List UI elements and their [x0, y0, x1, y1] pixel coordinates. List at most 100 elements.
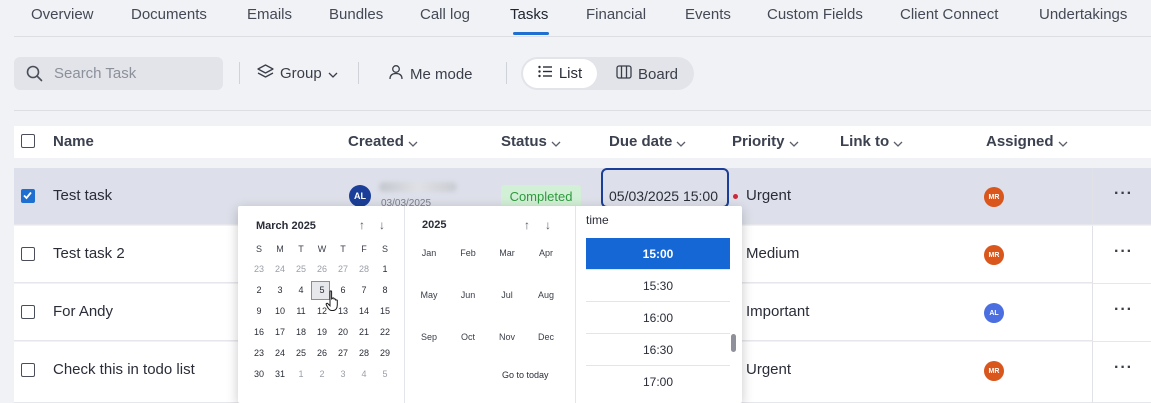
calendar-day[interactable]: 1 [377, 264, 393, 274]
column-header-assigned[interactable]: Assigned [986, 133, 1068, 151]
calendar-day[interactable]: 4 [356, 369, 372, 379]
calendar-day[interactable]: 3 [272, 285, 288, 295]
column-header-link-to[interactable]: Link to [840, 133, 903, 151]
month-option[interactable]: Jan [415, 248, 443, 258]
avatar[interactable]: MR [984, 245, 1004, 265]
calendar-day[interactable]: 11 [293, 306, 309, 316]
select-all-checkbox[interactable] [21, 134, 35, 148]
task-name[interactable]: Test task [53, 187, 112, 204]
more-actions-icon[interactable]: ··· [1114, 243, 1133, 261]
calendar-day[interactable]: 21 [356, 327, 372, 337]
column-header-name[interactable]: Name [53, 133, 94, 150]
calendar-day[interactable]: 30 [251, 369, 267, 379]
calendar-day[interactable]: 15 [377, 306, 393, 316]
status-badge[interactable]: Completed [501, 185, 581, 207]
month-option[interactable]: Oct [454, 332, 482, 342]
calendar-day[interactable]: 16 [251, 327, 267, 337]
task-name[interactable]: Test task 2 [53, 245, 125, 262]
calendar-day[interactable]: 28 [356, 348, 372, 358]
more-actions-icon[interactable]: ··· [1114, 359, 1133, 377]
calendar-day[interactable]: 26 [314, 264, 330, 274]
avatar[interactable]: AL [984, 303, 1004, 323]
calendar-day[interactable]: 28 [356, 264, 372, 274]
time-option[interactable]: 16:00 [586, 302, 730, 334]
arrow-up-icon[interactable]: ↑ [524, 218, 530, 232]
calendar-day[interactable]: 27 [335, 264, 351, 274]
calendar-day[interactable]: 2 [314, 369, 330, 379]
tab-client-connect[interactable]: Client Connect [900, 6, 998, 23]
column-header-priority[interactable]: Priority [732, 133, 799, 151]
month-option[interactable]: Jul [493, 290, 521, 300]
calendar-day[interactable]: 8 [377, 285, 393, 295]
me-mode-button[interactable]: Me mode [388, 64, 473, 84]
calendar-day[interactable]: 3 [335, 369, 351, 379]
more-actions-icon[interactable]: ··· [1114, 185, 1133, 203]
month-option[interactable]: Dec [532, 332, 560, 342]
calendar-day[interactable]: 5 [377, 369, 393, 379]
list-view-button[interactable]: List [523, 59, 597, 88]
calendar-day[interactable]: 23 [251, 348, 267, 358]
calendar-day[interactable]: 1 [293, 369, 309, 379]
calendar-day[interactable]: 17 [272, 327, 288, 337]
calendar-day[interactable]: 18 [293, 327, 309, 337]
calendar-day[interactable]: 14 [356, 306, 372, 316]
avatar[interactable]: MR [984, 187, 1004, 207]
month-option[interactable]: May [415, 290, 443, 300]
tab-bundles[interactable]: Bundles [329, 6, 383, 23]
calendar-day[interactable]: 24 [272, 264, 288, 274]
tab-emails[interactable]: Emails [247, 6, 292, 23]
month-option[interactable]: Mar [493, 248, 521, 258]
time-scrollbar[interactable] [731, 334, 736, 352]
tab-undertakings[interactable]: Undertakings [1039, 6, 1127, 23]
go-to-today-button[interactable]: Go to today [502, 370, 549, 380]
row-checkbox[interactable] [21, 189, 35, 203]
column-header-status[interactable]: Status [501, 133, 561, 151]
tab-financial[interactable]: Financial [586, 6, 646, 23]
calendar-day[interactable]: 22 [377, 327, 393, 337]
time-option[interactable]: 16:30 [586, 334, 730, 366]
column-header-created[interactable]: Created [348, 133, 418, 151]
arrow-down-icon[interactable]: ↓ [379, 218, 385, 232]
task-name[interactable]: For Andy [53, 303, 113, 320]
month-option[interactable]: Sep [415, 332, 443, 342]
calendar-day[interactable]: 25 [293, 348, 309, 358]
more-actions-icon[interactable]: ··· [1114, 301, 1133, 319]
calendar-day[interactable]: 29 [377, 348, 393, 358]
calendar-day[interactable]: 20 [335, 327, 351, 337]
calendar-day[interactable]: 26 [314, 348, 330, 358]
time-option[interactable]: 15:30 [586, 270, 730, 302]
calendar-day[interactable]: 27 [335, 348, 351, 358]
tab-events[interactable]: Events [685, 6, 731, 23]
calendar-day[interactable]: 10 [272, 306, 288, 316]
tab-custom-fields[interactable]: Custom Fields [767, 6, 863, 23]
column-header-due-date[interactable]: Due date [609, 133, 686, 151]
month-option[interactable]: Nov [493, 332, 521, 342]
calendar-day[interactable]: 19 [314, 327, 330, 337]
calendar-day[interactable]: 31 [272, 369, 288, 379]
arrow-down-icon[interactable]: ↓ [545, 218, 551, 232]
board-view-button[interactable]: Board [616, 65, 678, 83]
time-option[interactable]: 17:00 [586, 366, 730, 398]
tab-tasks[interactable]: Tasks [510, 6, 548, 23]
tab-overview[interactable]: Overview [31, 6, 94, 23]
month-option[interactable]: Aug [532, 290, 560, 300]
search-input[interactable]: Search Task [14, 57, 223, 90]
task-name[interactable]: Check this in todo list [53, 361, 195, 378]
calendar-day[interactable]: 7 [356, 285, 372, 295]
row-checkbox[interactable] [21, 305, 35, 319]
calendar-day[interactable]: 9 [251, 306, 267, 316]
calendar-day[interactable]: 24 [272, 348, 288, 358]
tab-documents[interactable]: Documents [131, 6, 207, 23]
month-option[interactable]: Jun [454, 290, 482, 300]
calendar-day[interactable]: 2 [251, 285, 267, 295]
group-button[interactable]: Group [257, 64, 338, 83]
row-checkbox[interactable] [21, 363, 35, 377]
tab-call-log[interactable]: Call log [420, 6, 470, 23]
calendar-day[interactable]: 23 [251, 264, 267, 274]
calendar-day[interactable]: 25 [293, 264, 309, 274]
row-checkbox[interactable] [21, 247, 35, 261]
avatar[interactable]: MR [984, 361, 1004, 381]
arrow-up-icon[interactable]: ↑ [359, 218, 365, 232]
calendar-day[interactable]: 4 [293, 285, 309, 295]
month-option[interactable]: Apr [532, 248, 560, 258]
